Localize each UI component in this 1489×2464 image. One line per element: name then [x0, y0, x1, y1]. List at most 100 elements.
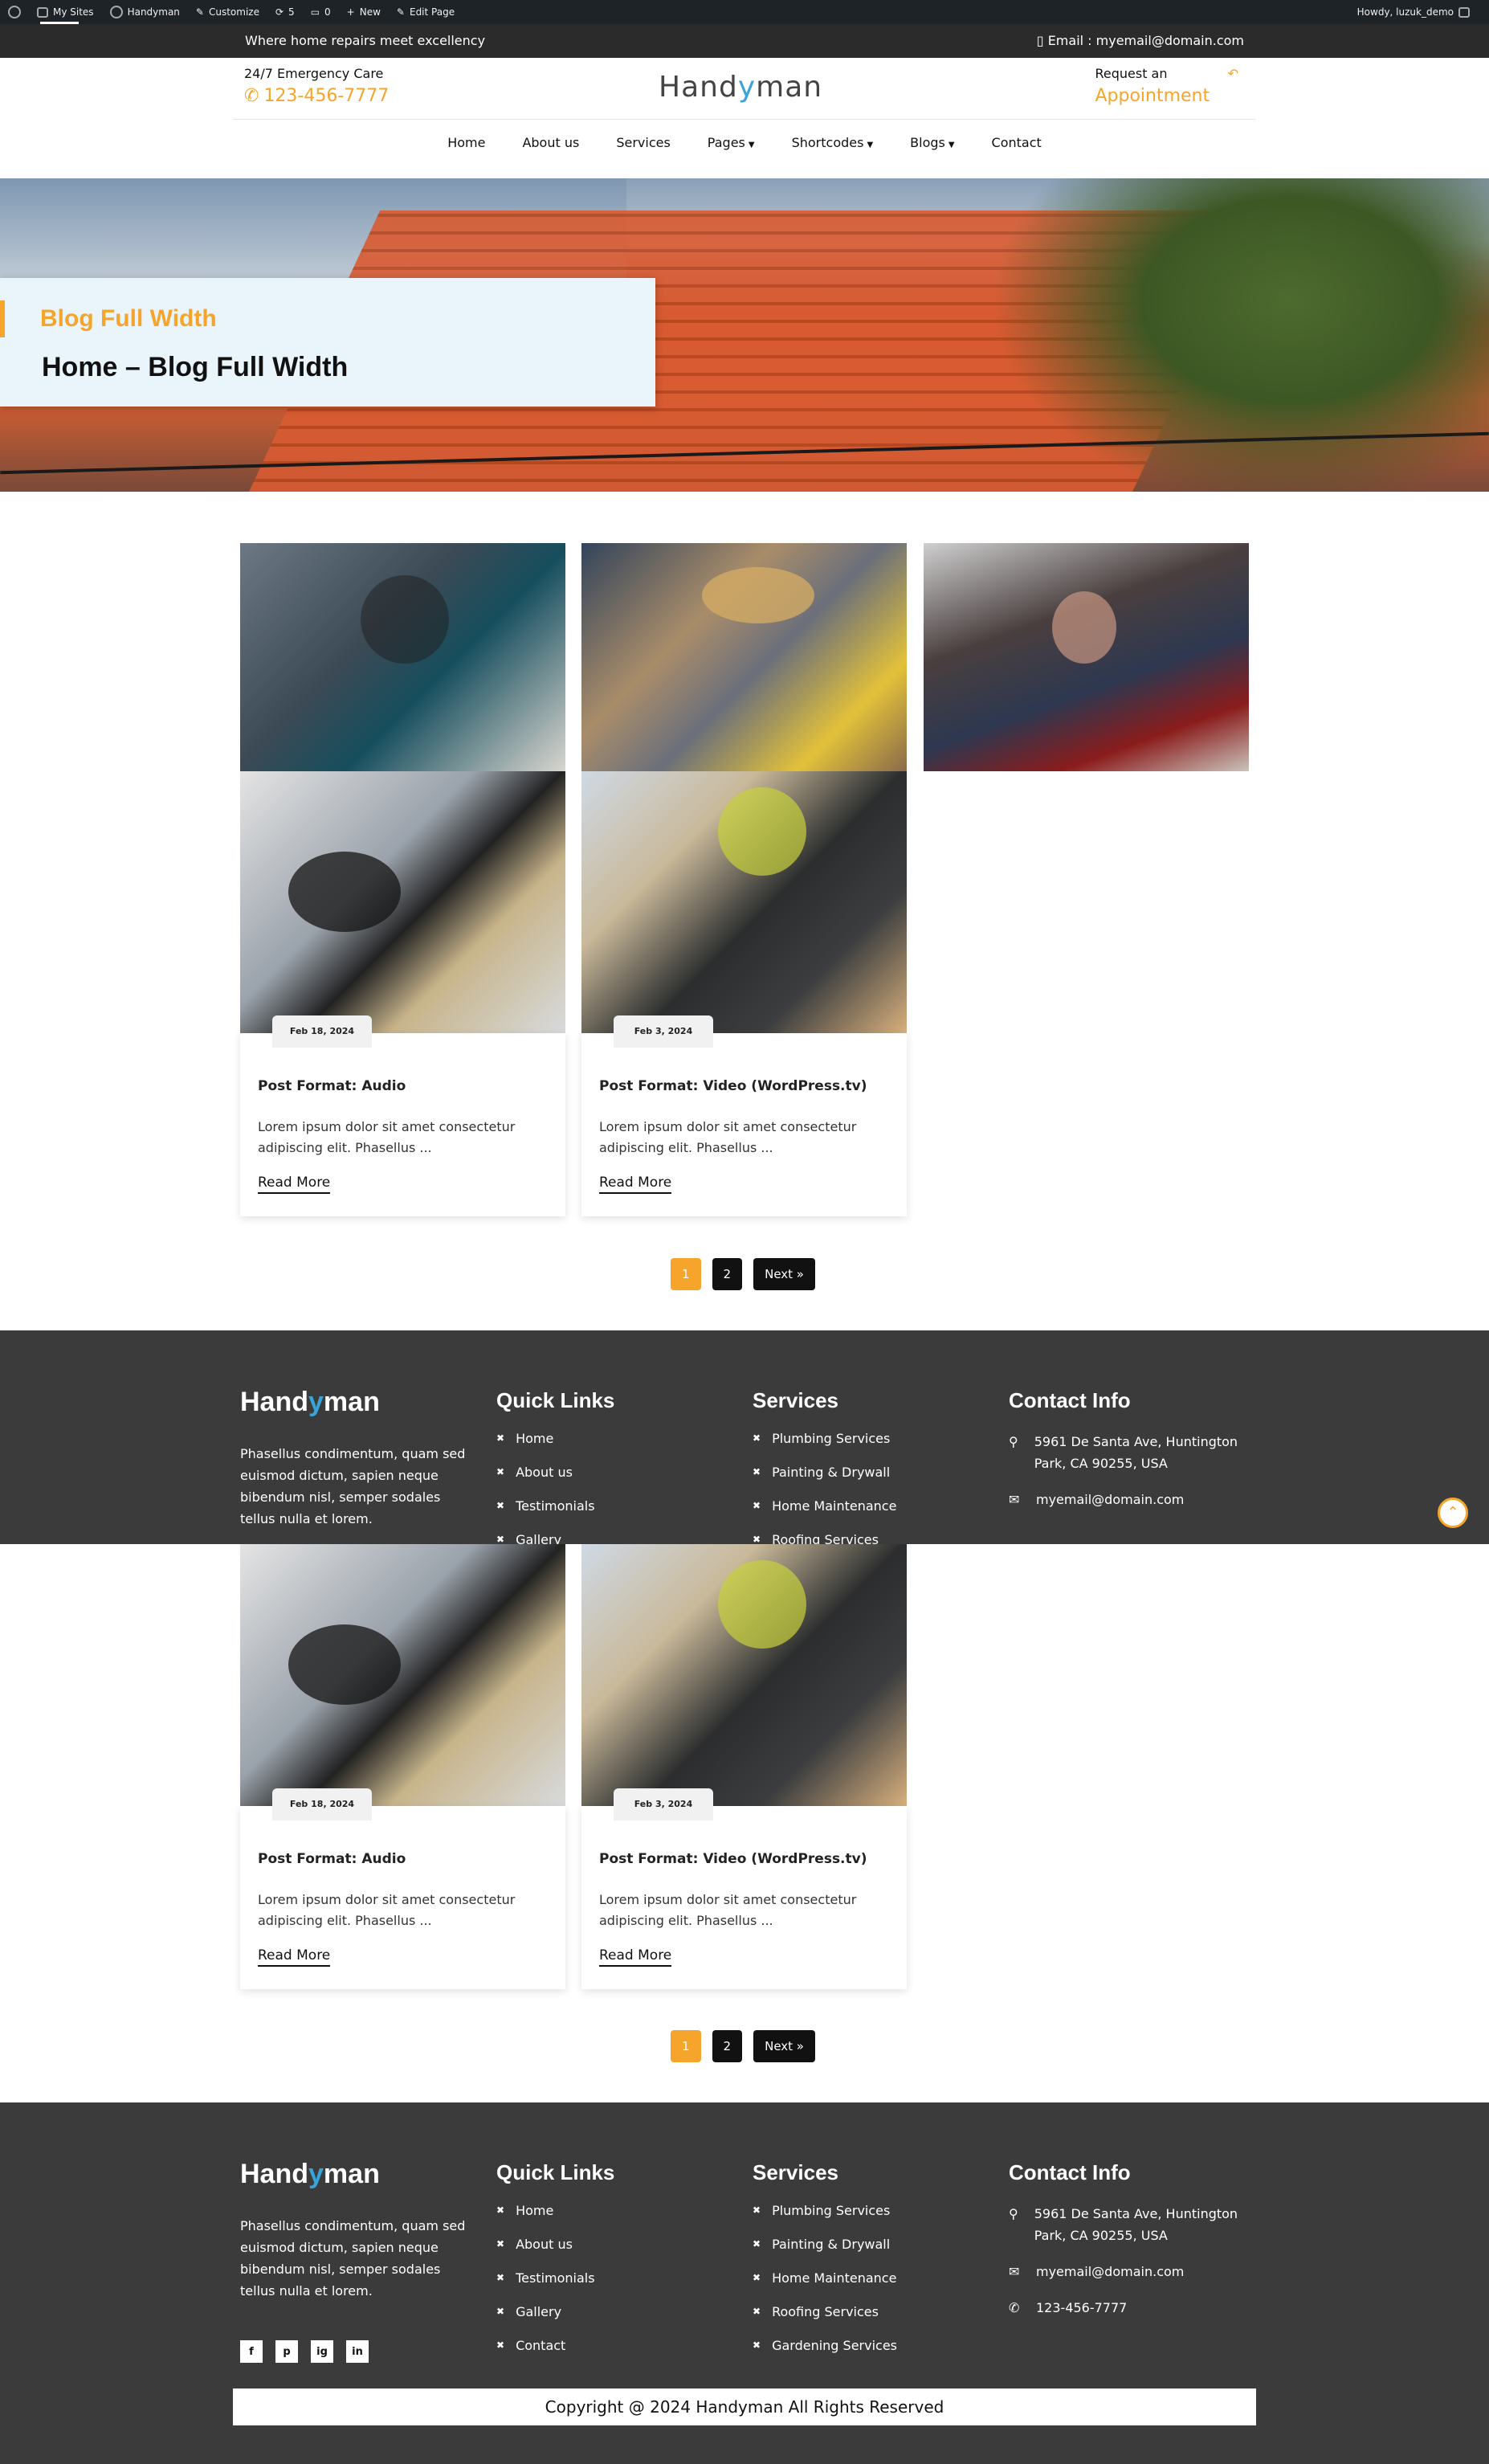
my-sites-button[interactable]: My Sites — [29, 0, 102, 24]
footer-contact-title: Contact Info — [1009, 2160, 1131, 2184]
back-to-top-button[interactable]: ⌃ — [1438, 1498, 1468, 1528]
linkedin-icon[interactable]: in — [346, 2340, 369, 2363]
main-nav: Home About us Services Pages ▼ Shortcodes… — [0, 135, 1489, 150]
footer-link-contact[interactable]: ✖ Contact — [496, 2338, 614, 2372]
post-title[interactable]: Post Format: Audio — [258, 1851, 406, 1867]
x-bullet-icon: ✖ — [753, 2205, 761, 2216]
footer-service-painting[interactable]: ✖ Painting & Drywall — [753, 2237, 897, 2270]
x-bullet-icon: ✖ — [753, 1534, 761, 1544]
footer-link-testimonials[interactable]: ✖ Testimonials — [496, 2270, 614, 2304]
new-button[interactable]: + New — [339, 0, 389, 24]
footer-service-label: Roofing Services — [772, 1532, 879, 1544]
footer-link-home[interactable]: ✖ Home — [496, 1431, 614, 1465]
footer-service-roofing[interactable]: ✖ Roofing Services — [753, 1532, 896, 1544]
read-more-link[interactable]: Read More — [599, 1175, 672, 1194]
edit-page-button[interactable]: ✎ Edit Page — [389, 0, 463, 24]
footer-link-about[interactable]: ✖ About us — [496, 2237, 614, 2270]
footer-link-home[interactable]: ✖ Home — [496, 2203, 614, 2237]
post-title[interactable]: Post Format: Video (WordPress.tv) — [599, 1851, 867, 1867]
hero-subtitle: Blog Full Width — [40, 305, 217, 332]
read-more-link[interactable]: Read More — [258, 1947, 331, 1967]
nav-item-services[interactable]: Services — [616, 135, 670, 150]
pencil-icon: ✎ — [396, 6, 405, 18]
top-info-bar: Where home repairs meet excellency ▯ Ema… — [0, 24, 1489, 58]
topbar-email[interactable]: ▯ Email : myemail@domain.com — [1037, 33, 1244, 48]
customize-button[interactable]: ✎ Customize — [188, 0, 267, 24]
post-excerpt: Lorem ipsum dolor sit amet consectetur a… — [599, 1892, 857, 1928]
post-thumbnail-audio[interactable] — [240, 1544, 565, 1806]
footer-service-gardening[interactable]: ✖ Gardening Services — [753, 2338, 897, 2372]
footer-phone[interactable]: ✆ 123-456-7777 — [1009, 2297, 1242, 2319]
footer-service-maintenance[interactable]: ✖ Home Maintenance — [753, 2270, 897, 2304]
post-date: Feb 3, 2024 — [614, 1015, 713, 1048]
page-2-button[interactable]: 2 — [712, 1258, 743, 1290]
footer-service-painting[interactable]: ✖ Painting & Drywall — [753, 1465, 896, 1498]
footer-link-about[interactable]: ✖ About us — [496, 1465, 614, 1498]
footer-service-label: Plumbing Services — [772, 2203, 891, 2218]
footer-service-roofing[interactable]: ✖ Roofing Services — [753, 2304, 897, 2338]
footer-service-label: Painting & Drywall — [772, 1465, 891, 1480]
site-logo[interactable]: Handyman — [659, 71, 822, 104]
next-page-button[interactable]: Next » — [753, 1258, 815, 1290]
pinterest-icon[interactable]: p — [275, 2340, 298, 2363]
photo-person — [361, 575, 449, 664]
nav-item-home[interactable]: Home — [447, 135, 485, 150]
post-card-video: Feb 3, 2024 Post Format: Video (WordPres… — [581, 1015, 907, 1216]
nav-item-pages[interactable]: Pages ▼ — [708, 135, 755, 150]
comments-button[interactable]: ▭ 0 — [303, 0, 339, 24]
nav-item-blogs[interactable]: Blogs ▼ — [910, 135, 954, 150]
instagram-icon[interactable]: ig — [311, 2340, 333, 2363]
footer-service-label: Painting & Drywall — [772, 2237, 891, 2252]
footer-link-gallery[interactable]: ✖ Gallery — [496, 1532, 614, 1544]
photo-cap — [288, 852, 401, 932]
page-2-button[interactable]: 2 — [712, 2030, 743, 2062]
wordpress-logo-button[interactable] — [0, 0, 29, 24]
photo-helmet — [718, 787, 806, 876]
footer-link-testimonials[interactable]: ✖ Testimonials — [496, 1498, 614, 1532]
footer-service-plumbing[interactable]: ✖ Plumbing Services — [753, 1431, 896, 1465]
footer-address-text: 5961 De Santa Ave, Huntington Park, CA 9… — [1034, 2206, 1238, 2243]
post-thumbnail-video[interactable] — [581, 771, 907, 1033]
site-name-button[interactable]: Handyman — [102, 0, 188, 24]
howdy-account-menu[interactable]: Howdy, luzuk_demo — [1349, 0, 1489, 24]
facebook-icon[interactable]: f — [240, 2340, 263, 2363]
footer-email[interactable]: ✉ myemail@domain.com — [1009, 2261, 1242, 2282]
x-bullet-icon: ✖ — [753, 1466, 761, 1477]
post-thumbnail-audio[interactable] — [240, 771, 565, 1033]
read-more-link[interactable]: Read More — [258, 1175, 331, 1194]
footer-link-gallery[interactable]: ✖ Gallery — [496, 2304, 614, 2338]
nav-item-about[interactable]: About us — [522, 135, 579, 150]
chevron-down-icon: ▼ — [748, 141, 755, 149]
footer-email[interactable]: ✉ myemail@domain.com — [1009, 1489, 1242, 1510]
post-thumbnail[interactable] — [924, 543, 1249, 771]
x-bullet-icon: ✖ — [753, 1432, 761, 1444]
footer-service-label: Plumbing Services — [772, 1431, 891, 1446]
updates-button[interactable]: ⟳ 5 — [267, 0, 303, 24]
emergency-phone: 123-456-7777 — [263, 86, 390, 106]
post-thumbnail[interactable] — [581, 543, 907, 771]
post-thumbnail[interactable] — [240, 543, 565, 771]
read-more-link[interactable]: Read More — [599, 1947, 672, 1967]
nav-item-contact[interactable]: Contact — [992, 135, 1042, 150]
nav-label: About us — [522, 135, 580, 150]
footer-quick-links-title: Quick Links — [496, 2160, 615, 2184]
site-name-label: Handyman — [127, 6, 180, 18]
footer-service-maintenance[interactable]: ✖ Home Maintenance — [753, 1498, 896, 1532]
nav-label: Contact — [991, 135, 1042, 150]
footer-logo[interactable]: Handyman — [240, 1387, 380, 1418]
post-title[interactable]: Post Format: Audio — [258, 1078, 406, 1094]
avatar — [1458, 6, 1470, 18]
footer-logo[interactable]: Handyman — [240, 2159, 380, 2190]
footer-link-label: Testimonials — [516, 1498, 595, 1514]
logo-text-end: man — [756, 71, 823, 104]
appointment-link[interactable]: Request an ↶ Appointment — [1095, 66, 1238, 106]
page-1-button[interactable]: 1 — [671, 2030, 701, 2062]
post-thumbnail-video[interactable] — [581, 1544, 907, 1806]
nav-label: Home — [447, 135, 486, 150]
footer-service-plumbing[interactable]: ✖ Plumbing Services — [753, 2203, 897, 2237]
post-title[interactable]: Post Format: Video (WordPress.tv) — [599, 1078, 867, 1094]
next-page-button[interactable]: Next » — [753, 2030, 815, 2062]
nav-item-shortcodes[interactable]: Shortcodes ▼ — [792, 135, 874, 150]
emergency-phone-link[interactable]: ✆ 123-456-7777 — [244, 86, 389, 106]
page-1-button[interactable]: 1 — [671, 1258, 701, 1290]
